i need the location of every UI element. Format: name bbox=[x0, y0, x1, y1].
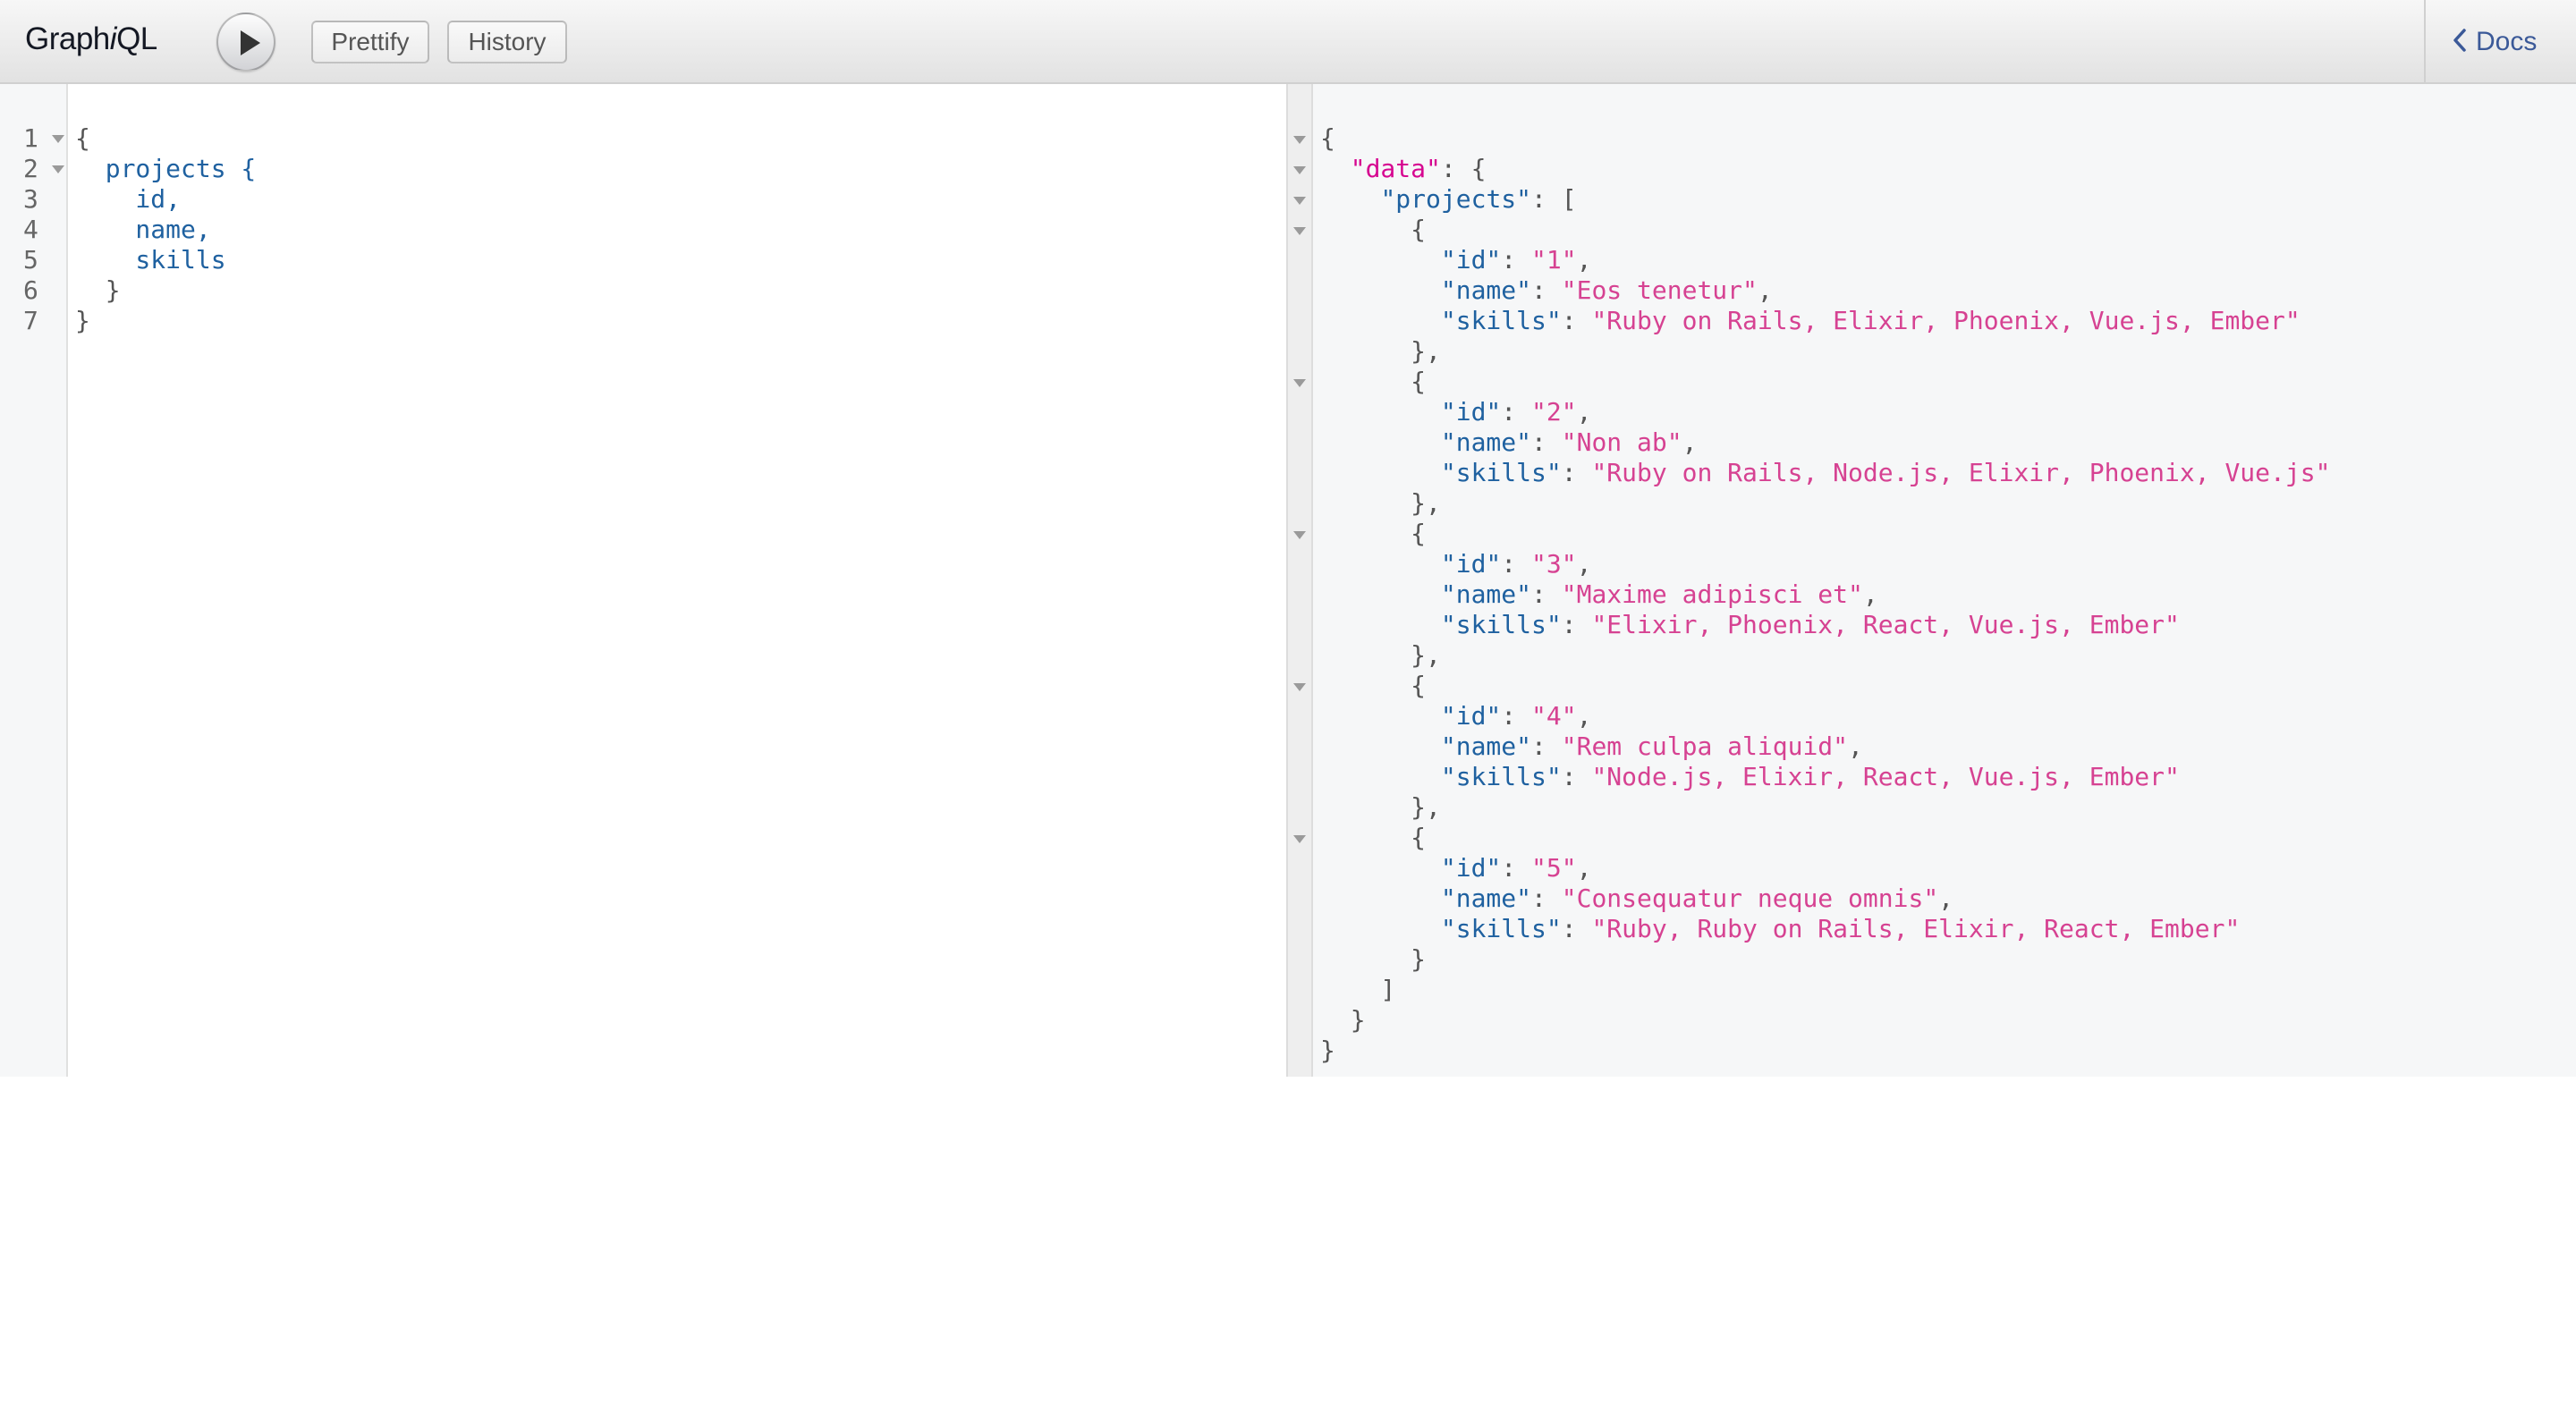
result-brace: } bbox=[1320, 944, 1427, 974]
query-line: } bbox=[75, 306, 90, 335]
result-field-name: "name": "Rem culpa aliquid", bbox=[1440, 731, 1863, 761]
result-field-id: "id": "5", bbox=[1440, 853, 1592, 883]
result-brace: } bbox=[1320, 1005, 1366, 1035]
result-brace: }, bbox=[1320, 792, 1441, 822]
result-brace: }, bbox=[1320, 640, 1441, 670]
result-field-id: "id": "3", bbox=[1440, 549, 1592, 579]
result-brace: } bbox=[1320, 1036, 1335, 1065]
app-title: GraphiQL bbox=[25, 21, 157, 57]
query-editor[interactable]: 1 2 3 4 5 6 7 { projects { id, name, ski… bbox=[0, 84, 1288, 1077]
project-id-value: "5" bbox=[1531, 853, 1577, 883]
app-title-prefix: Graph bbox=[25, 21, 110, 56]
query-line: } bbox=[75, 275, 121, 305]
result-field-name: "name": "Non ab", bbox=[1440, 427, 1698, 457]
project-name-value: "Maxime adipisci et" bbox=[1561, 579, 1863, 609]
result-field-skills: "skills": "Node.js, Elixir, React, Vue.j… bbox=[1440, 762, 2180, 791]
project-name-value: "Rem culpa aliquid" bbox=[1561, 731, 1849, 761]
fold-arrow-icon[interactable] bbox=[52, 165, 64, 173]
line-number-text: 7 bbox=[23, 306, 38, 335]
result-field-id: "id": "1", bbox=[1440, 245, 1592, 275]
result-fold-gutter bbox=[1288, 84, 1313, 1077]
result-line: "projects": [ bbox=[1380, 184, 1577, 214]
result-brace: { bbox=[1320, 519, 1427, 548]
docs-panel-toggle: Docs bbox=[2424, 0, 2576, 82]
line-number-gutter: 1 2 3 4 5 6 7 bbox=[0, 84, 68, 1077]
project-id-value: "1" bbox=[1531, 245, 1577, 275]
result-line: "data": { bbox=[1350, 154, 1487, 183]
data-key: "data" bbox=[1350, 154, 1441, 183]
result-field-name: "name": "Consequatur neque omnis", bbox=[1440, 884, 1954, 913]
result-field-skills: "skills": "Ruby on Rails, Elixir, Phoeni… bbox=[1440, 306, 2301, 335]
result-field-name: "name": "Eos tenetur", bbox=[1440, 275, 1773, 305]
result-brace: { bbox=[1320, 367, 1427, 396]
app-title-italic: i bbox=[109, 21, 117, 56]
project-name-value: "Non ab" bbox=[1561, 427, 1682, 457]
app-title-suffix: QL bbox=[116, 21, 157, 56]
query-line: skills bbox=[75, 245, 226, 275]
result-field-skills: "skills": "Ruby on Rails, Node.js, Elixi… bbox=[1440, 458, 2331, 487]
result-field-name: "name": "Maxime adipisci et", bbox=[1440, 579, 1878, 609]
line-number: 5 bbox=[0, 245, 68, 275]
result-brace: { bbox=[1320, 671, 1427, 700]
fold-arrow-icon[interactable] bbox=[1293, 379, 1306, 387]
line-number-text: 3 bbox=[23, 184, 38, 214]
fold-arrow-icon[interactable] bbox=[1293, 835, 1306, 843]
prettify-button[interactable]: Prettify bbox=[311, 21, 429, 63]
toolbar: GraphiQL Prettify History Docs bbox=[0, 0, 2576, 84]
docs-label: Docs bbox=[2476, 27, 2538, 56]
project-skills-value: "Elixir, Phoenix, React, Vue.js, Ember" bbox=[1591, 610, 2180, 639]
query-line: id, bbox=[75, 184, 182, 214]
line-number-text: 4 bbox=[23, 215, 38, 244]
projects-key: "projects" bbox=[1380, 184, 1532, 214]
fold-arrow-icon[interactable] bbox=[52, 135, 64, 143]
fold-arrow-icon[interactable] bbox=[1293, 136, 1306, 144]
project-skills-value: "Ruby, Ruby on Rails, Elixir, React, Emb… bbox=[1591, 914, 2241, 943]
query-line: projects { bbox=[75, 154, 257, 183]
query-line: name, bbox=[75, 215, 211, 244]
project-skills-value: "Ruby on Rails, Elixir, Phoenix, Vue.js,… bbox=[1591, 306, 2301, 335]
result-brace: }, bbox=[1320, 488, 1441, 518]
project-skills-value: "Ruby on Rails, Node.js, Elixir, Phoenix… bbox=[1591, 458, 2331, 487]
result-brace: { bbox=[1320, 123, 1335, 153]
chevron-left-icon bbox=[2453, 29, 2466, 52]
result-brace: { bbox=[1320, 823, 1427, 852]
result-field-skills: "skills": "Elixir, Phoenix, React, Vue.j… bbox=[1440, 610, 2180, 639]
docs-button[interactable]: Docs bbox=[2453, 25, 2537, 57]
project-id-value: "3" bbox=[1531, 549, 1577, 579]
history-button[interactable]: History bbox=[447, 21, 567, 63]
project-id-value: "2" bbox=[1531, 397, 1577, 427]
line-number: 3 bbox=[0, 184, 68, 215]
project-name-value: "Consequatur neque omnis" bbox=[1561, 884, 1939, 913]
fold-arrow-icon[interactable] bbox=[1293, 197, 1306, 205]
project-id-value: "4" bbox=[1531, 701, 1577, 731]
line-number: 6 bbox=[0, 275, 68, 306]
fold-arrow-icon[interactable] bbox=[1293, 227, 1306, 235]
play-icon bbox=[241, 30, 260, 55]
project-name-value: "Eos tenetur" bbox=[1561, 275, 1758, 305]
fold-arrow-icon[interactable] bbox=[1293, 683, 1306, 691]
query-line: { bbox=[75, 123, 90, 153]
result-brace: { bbox=[1320, 215, 1427, 244]
result-field-skills: "skills": "Ruby, Ruby on Rails, Elixir, … bbox=[1440, 914, 2241, 943]
result-viewer: { "data": { "projects": [ { "id": "1", "… bbox=[1288, 84, 2576, 1077]
fold-arrow-icon[interactable] bbox=[1293, 531, 1306, 539]
line-number-text: 2 bbox=[23, 154, 38, 183]
line-number: 7 bbox=[0, 306, 68, 336]
line-number: 2 bbox=[0, 154, 68, 184]
result-brace: ] bbox=[1320, 975, 1396, 1004]
fold-arrow-icon[interactable] bbox=[1293, 166, 1306, 174]
line-number-text: 5 bbox=[23, 245, 38, 275]
result-field-id: "id": "2", bbox=[1440, 397, 1592, 427]
result-brace: }, bbox=[1320, 336, 1441, 366]
execute-query-button[interactable] bbox=[216, 13, 275, 72]
line-number-text: 6 bbox=[23, 275, 38, 305]
project-skills-value: "Node.js, Elixir, React, Vue.js, Ember" bbox=[1591, 762, 2180, 791]
line-number: 4 bbox=[0, 215, 68, 245]
line-number: 1 bbox=[0, 123, 68, 154]
result-field-id: "id": "4", bbox=[1440, 701, 1592, 731]
line-number-text: 1 bbox=[23, 123, 38, 153]
